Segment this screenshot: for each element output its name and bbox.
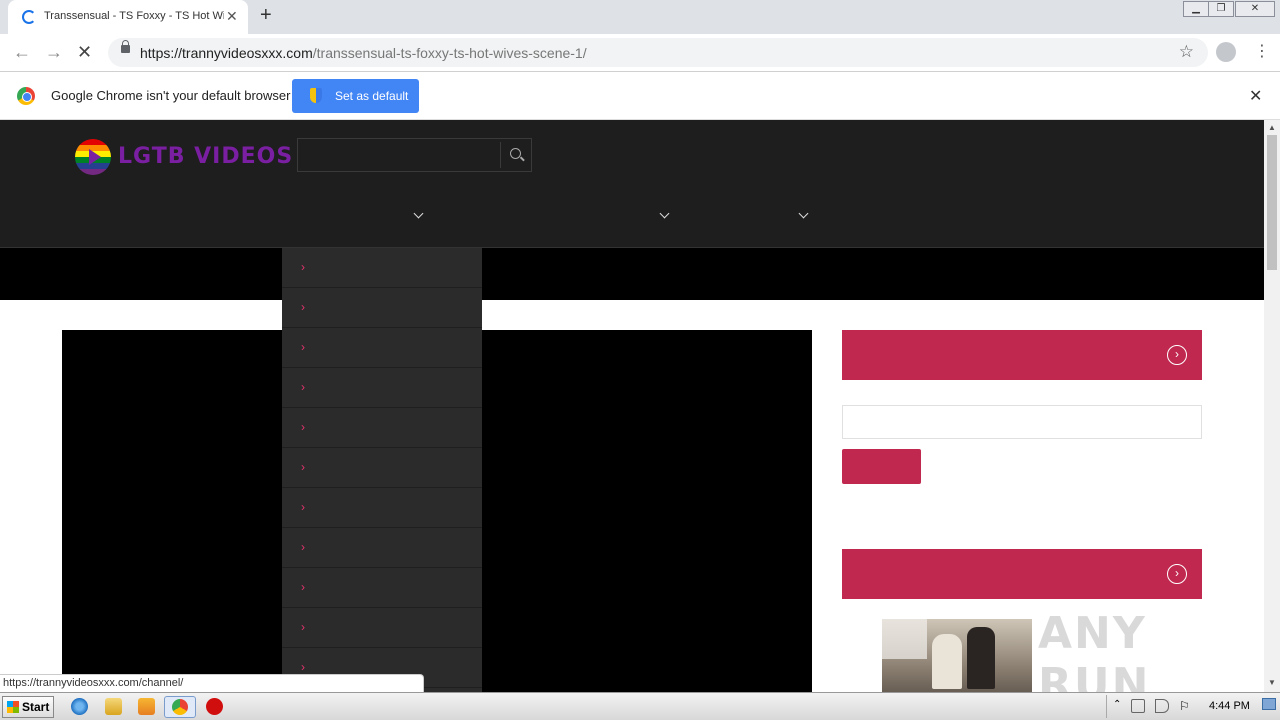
chevron-right-circle-icon[interactable]: › xyxy=(1167,564,1187,584)
system-tray: ⌃ ⚐ 4:44 PM xyxy=(1106,695,1256,718)
back-arrow-icon[interactable]: ← xyxy=(13,42,31,63)
minimize-button[interactable]: ▁ xyxy=(1183,1,1209,17)
sidebar-section-header[interactable]: › xyxy=(842,330,1202,380)
chrome-menu-icon[interactable]: ⋮ xyxy=(1254,41,1270,61)
dropdown-item[interactable]: › xyxy=(282,448,482,488)
chrome-logo-icon xyxy=(17,87,35,105)
site-logo-text[interactable]: LGTB VIDEOS xyxy=(118,144,293,169)
chevron-right-icon: › xyxy=(301,580,305,594)
profile-avatar-icon[interactable] xyxy=(1216,42,1236,62)
loading-spinner-icon xyxy=(22,10,36,24)
url-host: https://trannyvideosxxx.com xyxy=(140,45,313,61)
web-page: LGTB VIDEOS › › › › › › › › › › › › › AN… xyxy=(0,120,1264,692)
forward-arrow-icon[interactable]: → xyxy=(45,42,63,63)
media-player-icon[interactable] xyxy=(138,698,155,715)
uac-shield-icon xyxy=(310,88,322,103)
scroll-up-arrow-icon[interactable]: ▲ xyxy=(1268,123,1276,132)
dropdown-item[interactable]: › xyxy=(282,368,482,408)
set-as-default-label: Set as default xyxy=(335,89,409,103)
rainbow-play-logo-icon[interactable] xyxy=(75,139,111,175)
stop-loading-icon[interactable]: ✕ xyxy=(77,42,92,63)
search-icon[interactable] xyxy=(510,148,521,159)
restore-button[interactable]: ❐ xyxy=(1208,1,1234,17)
sidebar-section-header[interactable]: › xyxy=(842,549,1202,599)
dropdown-item[interactable]: › xyxy=(282,528,482,568)
internet-explorer-icon[interactable] xyxy=(71,698,88,715)
volume-icon[interactable] xyxy=(1155,699,1169,713)
subheader-band xyxy=(0,248,1264,300)
thumbnail-detail xyxy=(882,619,927,659)
video-thumbnail[interactable] xyxy=(882,619,1032,692)
chevron-right-icon: › xyxy=(301,540,305,554)
chevron-right-circle-icon[interactable]: › xyxy=(1167,345,1187,365)
dropdown-item[interactable]: › xyxy=(282,328,482,368)
windows-taskbar: Start ⌃ ⚐ 4:44 PM xyxy=(0,692,1280,720)
anyrun-watermark: ANY RUN xyxy=(1038,608,1151,692)
scroll-down-arrow-icon[interactable]: ▼ xyxy=(1268,678,1276,687)
chevron-right-icon: › xyxy=(301,300,305,314)
start-button[interactable]: Start xyxy=(2,696,54,718)
dropdown-item[interactable]: › xyxy=(282,288,482,328)
dropdown-item[interactable]: › xyxy=(282,608,482,648)
dropdown-item[interactable]: › xyxy=(282,488,482,528)
nav-dropdown-chevron-down-icon[interactable] xyxy=(798,208,809,219)
windows-logo-icon xyxy=(7,701,19,713)
chrome-taskbar-button[interactable] xyxy=(164,696,196,718)
thumbnail-detail xyxy=(967,627,995,689)
close-tab-icon[interactable]: ✕ xyxy=(226,8,238,25)
bookmark-star-icon[interactable]: ☆ xyxy=(1179,42,1194,62)
default-browser-infobar: Google Chrome isn't your default browser… xyxy=(0,72,1280,120)
thumbnail-detail xyxy=(932,634,962,689)
site-search xyxy=(297,138,532,172)
dropdown-item[interactable]: › xyxy=(282,568,482,608)
tab-title: Transsensual - TS Foxxy - TS Hot Wives S… xyxy=(44,10,224,22)
dropdown-item[interactable]: › xyxy=(282,248,482,288)
nav-dropdown-menu: › › › › › › › › › › › xyxy=(282,248,482,692)
action-center-flag-icon[interactable]: ⚐ xyxy=(1179,699,1193,713)
infobar-message: Google Chrome isn't your default browser xyxy=(51,88,291,103)
scroll-thumb[interactable] xyxy=(1267,135,1277,270)
page-scrollbar[interactable]: ▲ ▼ xyxy=(1264,120,1280,692)
chevron-right-icon: › xyxy=(301,500,305,514)
sidebar-input[interactable] xyxy=(842,405,1202,439)
network-icon[interactable] xyxy=(1131,699,1145,713)
opera-icon[interactable] xyxy=(206,698,223,715)
file-explorer-icon[interactable] xyxy=(105,698,122,715)
chevron-right-icon: › xyxy=(301,660,305,674)
start-label: Start xyxy=(22,700,50,714)
sidebar-submit-button[interactable] xyxy=(842,449,921,484)
chevron-right-icon: › xyxy=(301,340,305,354)
site-search-input[interactable] xyxy=(298,139,498,171)
browser-toolbar: ← → ✕ https://trannyvideosxxx.com/transs… xyxy=(0,34,1280,72)
url-path: /transsensual-ts-foxxy-ts-hot-wives-scen… xyxy=(312,45,587,61)
chevron-right-icon: › xyxy=(301,420,305,434)
infobar-close-icon[interactable]: ✕ xyxy=(1249,86,1262,106)
lock-icon xyxy=(121,40,130,53)
tray-expand-icon[interactable]: ⌃ xyxy=(1113,699,1127,713)
set-as-default-button[interactable]: Set as default xyxy=(292,79,419,113)
chevron-right-icon: › xyxy=(301,260,305,274)
chevron-right-icon: › xyxy=(301,460,305,474)
chevron-right-icon: › xyxy=(301,380,305,394)
close-window-button[interactable]: ✕ xyxy=(1235,1,1275,17)
chrome-icon xyxy=(172,699,188,715)
search-divider xyxy=(500,142,501,168)
site-header: LGTB VIDEOS xyxy=(0,120,1264,248)
show-desktop-button[interactable] xyxy=(1262,698,1276,710)
tab-strip: Transsensual - TS Foxxy - TS Hot Wives S… xyxy=(0,0,1280,34)
dropdown-item[interactable]: › xyxy=(282,408,482,448)
link-status-bubble: https://trannyvideosxxx.com/channel/ xyxy=(0,674,424,692)
clock[interactable]: 4:44 PM xyxy=(1209,700,1250,712)
new-tab-button[interactable]: + xyxy=(260,4,272,27)
nav-dropdown-chevron-down-icon[interactable] xyxy=(413,208,424,219)
address-bar[interactable]: https://trannyvideosxxx.com/transsensual… xyxy=(108,38,1208,67)
url-text: https://trannyvideosxxx.com/transsensual… xyxy=(140,45,587,61)
nav-dropdown-chevron-down-icon[interactable] xyxy=(659,208,670,219)
browser-tab[interactable]: Transsensual - TS Foxxy - TS Hot Wives S… xyxy=(8,0,248,34)
chevron-right-icon: › xyxy=(301,620,305,634)
